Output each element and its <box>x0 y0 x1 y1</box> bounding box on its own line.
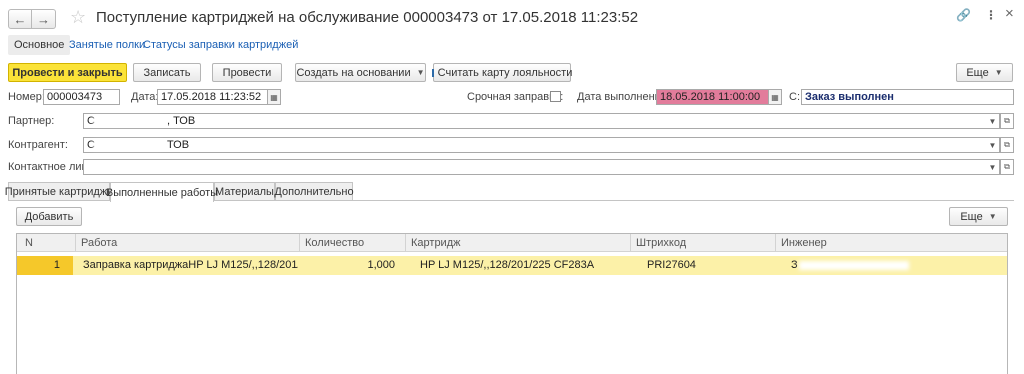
table-more-button[interactable]: Еще ▼ <box>949 207 1008 226</box>
back-button[interactable]: ← <box>8 9 32 29</box>
more-label: Еще <box>966 66 989 79</box>
open-icon[interactable]: ⧉ <box>1000 137 1014 153</box>
completed-works-table[interactable]: N Работа Количество Картридж Штрихкод Ин… <box>16 233 1008 374</box>
date-field[interactable]: 17.05.2018 11:23:52 <box>157 89 268 105</box>
more-actions-icon[interactable]: ⋮ <box>985 8 997 22</box>
quantity-cell: 1,000 <box>367 259 395 271</box>
link-icon[interactable]: 🔗 <box>956 8 971 22</box>
close-icon[interactable]: × <box>1005 5 1014 22</box>
table-row[interactable]: 1 Заправка картриджаHP LJ M125/,,128/201… <box>17 256 1007 275</box>
post-button[interactable]: Провести <box>212 63 282 82</box>
cartridge-cell: HP LJ M125/,,128/201/225 CF283A <box>420 259 595 271</box>
column-header-cartridge[interactable]: Картридж <box>405 234 630 252</box>
forward-button[interactable]: → <box>32 9 56 29</box>
post-label: Провести <box>222 66 272 79</box>
add-label: Добавить <box>24 210 74 223</box>
number-label: Номер: <box>8 91 45 103</box>
table-more-label: Еще <box>960 210 983 223</box>
tab-additional[interactable]: Дополнительно <box>274 182 354 201</box>
arrow-right-icon: → <box>37 11 50 27</box>
add-button[interactable]: Добавить <box>16 207 82 226</box>
save-label: Записать <box>143 66 191 79</box>
section-main[interactable]: Основное <box>8 35 71 55</box>
tab-materials[interactable]: Материалы <box>214 182 275 201</box>
counterparty-field[interactable]: С ТОВ <box>83 137 1000 153</box>
chevron-down-icon[interactable]: ▼ <box>986 159 1000 175</box>
row-number: 1 <box>53 259 60 271</box>
calendar-icon[interactable]: ▦ <box>768 89 782 105</box>
chevron-down-icon[interactable]: ▼ <box>986 113 1000 129</box>
open-icon[interactable]: ⧉ <box>1000 159 1014 175</box>
tab-label: Принятые картриджи <box>4 186 114 198</box>
column-header-work[interactable]: Работа <box>75 234 299 252</box>
arrow-left-icon: ← <box>13 11 27 27</box>
read-loyalty-card-button[interactable]: Считать карту лояльности <box>431 63 573 82</box>
partner-field[interactable]: С, ТОВ <box>83 113 1000 129</box>
section-busy-shelves[interactable]: Занятые полки <box>69 35 145 55</box>
column-header-quantity[interactable]: Количество <box>299 234 405 252</box>
calendar-icon[interactable]: ▦ <box>267 89 281 105</box>
open-icon[interactable]: ⧉ <box>1000 113 1014 129</box>
partner-suffix: , ТОВ <box>166 115 196 127</box>
column-header-n[interactable]: N <box>17 234 75 252</box>
post-and-close-button[interactable]: Провести и закрыть <box>8 63 127 82</box>
urgent-refill-label: Срочная заправка: <box>467 91 564 103</box>
create-based-on-label: Создать на основании <box>296 66 411 79</box>
chevron-down-icon: ▼ <box>994 68 1003 77</box>
more-button[interactable]: Еще ▼ <box>956 63 1013 82</box>
contact-person-field[interactable] <box>83 159 1000 175</box>
status-field[interactable]: Заказ выполнен <box>801 89 1014 105</box>
tab-label: Дополнительно <box>274 186 354 198</box>
favorite-star-icon[interactable]: ☆ <box>70 7 86 28</box>
post-and-close-label: Провести и закрыть <box>12 66 123 79</box>
card-icon <box>431 68 434 77</box>
number-field[interactable]: 000003473 <box>43 89 120 105</box>
tab-completed-works[interactable]: Выполненные работы <box>106 182 218 202</box>
chevron-down-icon[interactable]: ▼ <box>986 137 1000 153</box>
counterparty-suffix: ТОВ <box>166 139 190 151</box>
partner-label: Партнер: <box>8 115 55 127</box>
barcode-cell: PRI27604 <box>647 259 696 271</box>
window-title: Поступление картриджей на обслуживание 0… <box>96 9 639 26</box>
chevron-down-icon: ▼ <box>988 212 997 221</box>
column-header-engineer[interactable]: Инженер <box>775 234 1007 252</box>
save-button[interactable]: Записать <box>133 63 201 82</box>
urgent-refill-checkbox[interactable] <box>550 91 561 102</box>
column-header-barcode[interactable]: Штрихкод <box>630 234 775 252</box>
table-header: N Работа Количество Картридж Штрихкод Ин… <box>17 234 1007 252</box>
create-based-on-button[interactable]: Создать на основании ▼ <box>295 63 426 82</box>
date-label: Дата: <box>131 91 159 103</box>
tab-label: Материалы <box>215 186 274 198</box>
tab-label: Выполненные работы <box>105 186 219 199</box>
chevron-down-icon: ▼ <box>416 68 425 77</box>
work-cell: Заправка картриджаHP LJ M125/,,128/201/2… <box>83 259 298 271</box>
status-prefix-label: С: <box>789 91 800 103</box>
tab-received-cartridges[interactable]: Принятые картриджи <box>5 182 113 201</box>
execution-date-field[interactable]: 18.05.2018 11:00:00 <box>656 89 769 105</box>
read-loyalty-card-label: Считать карту лояльности <box>437 66 573 79</box>
section-refill-statuses[interactable]: Статусы заправки картриджей <box>143 35 298 55</box>
counterparty-label: Контрагент: <box>8 139 68 151</box>
